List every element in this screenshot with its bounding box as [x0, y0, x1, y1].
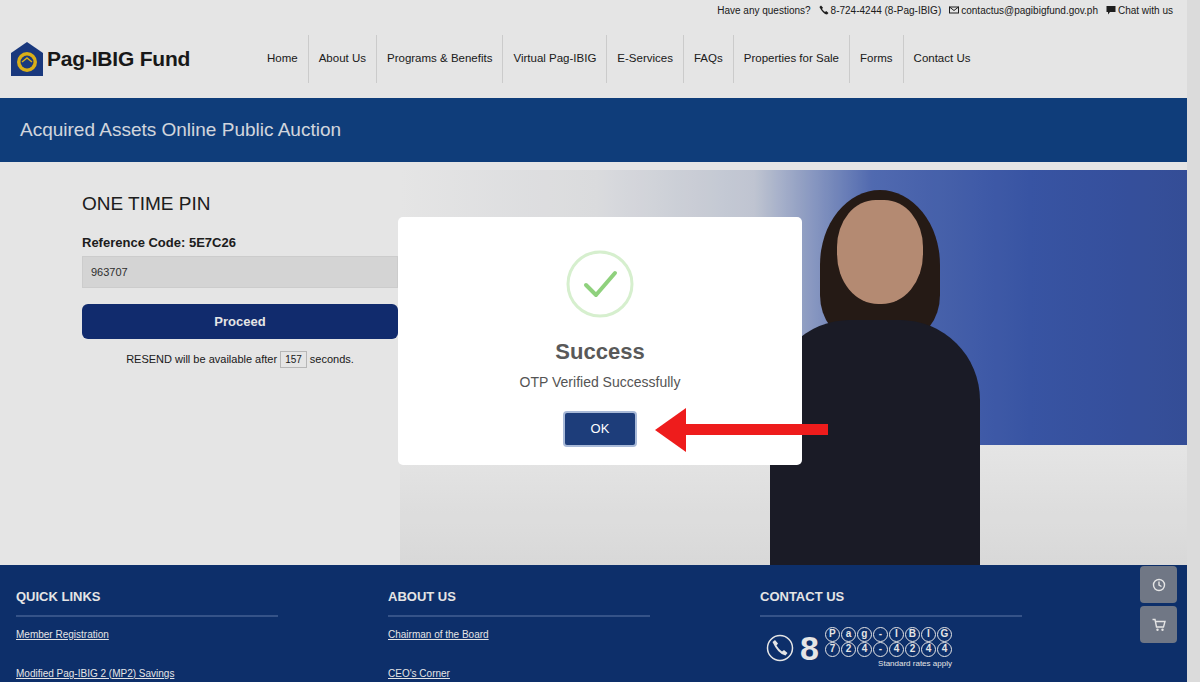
dialog-message: OTP Verified Successfully — [398, 372, 802, 393]
red-arrow-icon — [652, 406, 832, 454]
check-icon — [565, 249, 635, 319]
dialog-title: Success — [398, 335, 802, 368]
ok-button[interactable]: OK — [563, 411, 637, 447]
